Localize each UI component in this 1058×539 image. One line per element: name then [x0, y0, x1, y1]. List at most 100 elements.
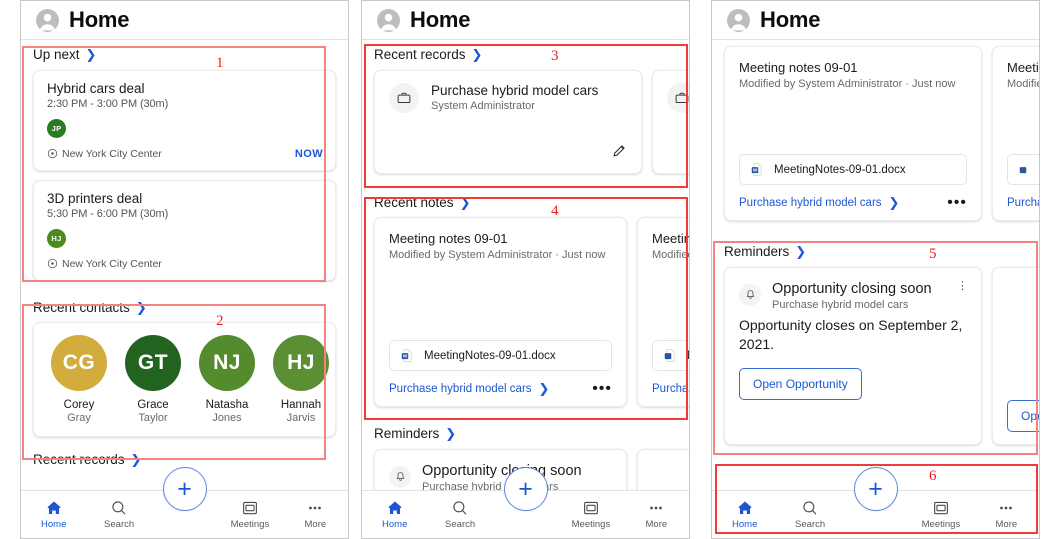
- chevron-right-icon: ❯: [795, 244, 807, 260]
- more-icon: [1000, 506, 1013, 510]
- open-opportunity-button[interactable]: Open Opportunity: [1007, 399, 1039, 432]
- note-record-link[interactable]: Purchase hybrid model cars ❯: [739, 196, 899, 209]
- section-header-reminders[interactable]: Reminders ❯: [712, 245, 1039, 267]
- meeting-list: Hybrid cars deal 2:30 PM - 3:00 PM (30m)…: [21, 69, 348, 281]
- contact-item[interactable]: HJ Hannah Jarvis: [270, 335, 332, 426]
- note-record-link[interactable]: Purchase hybrid model cars ❯: [1007, 196, 1039, 209]
- nav-item-more[interactable]: More: [974, 499, 1039, 530]
- nav-item-home[interactable]: Home: [362, 499, 427, 530]
- meeting-time: 5:30 PM - 6:00 PM (30m): [47, 207, 169, 220]
- note-record-link[interactable]: Purchase hybrid model cars ❯: [652, 382, 689, 395]
- record-subtitle: System Administrator: [431, 100, 535, 113]
- contact-last-name: Jarvis: [286, 412, 316, 425]
- word-doc-icon: W: [401, 349, 412, 362]
- nav-item-home[interactable]: Home: [712, 499, 777, 530]
- note-attachment[interactable]: MeetingNotes-09-01.docx: [1007, 154, 1039, 185]
- nav-item-search[interactable]: Search: [427, 499, 492, 530]
- note-overflow-menu[interactable]: •••: [592, 380, 612, 396]
- create-new-fab[interactable]: +: [162, 467, 207, 511]
- record-card[interactable]: [652, 69, 689, 174]
- note-card[interactable]: Meeting notes 09-01 Modified by System A…: [724, 46, 982, 221]
- svg-text:W: W: [403, 354, 408, 359]
- contacts-row[interactable]: CG Corey Gray GT Grace Taylor NJ Natasha…: [34, 335, 335, 426]
- section-header-recent-contacts[interactable]: Recent contacts ❯: [21, 300, 348, 323]
- nav-item-more[interactable]: More: [283, 499, 348, 530]
- nav-label: Home: [41, 519, 67, 531]
- page-title: Home: [410, 7, 471, 32]
- pencil-icon[interactable]: [611, 142, 628, 164]
- fab-plus-label: +: [518, 474, 533, 503]
- reminder-body: Opportunity closes on September 2, 2021.: [739, 317, 963, 353]
- open-opportunity-button[interactable]: Open Opportunity: [739, 368, 862, 401]
- app-header: Home: [362, 1, 689, 40]
- person-avatar-icon[interactable]: [726, 8, 751, 33]
- attendee-avatar: HJ: [47, 228, 66, 248]
- nav-item-search[interactable]: Search: [777, 499, 842, 530]
- nav-item-meetings[interactable]: Meetings: [558, 499, 623, 530]
- more-icon: [650, 506, 663, 510]
- note-attachment[interactable]: MeetingNotes-09-01.docx: [652, 340, 689, 371]
- records-carousel[interactable]: Purchase hybrid model cars System Admini…: [362, 69, 689, 180]
- reminders-carousel[interactable]: Opportunity closing soon Purchase hybrid…: [712, 266, 1039, 451]
- create-new-fab[interactable]: +: [503, 467, 548, 511]
- section-header-reminders[interactable]: Reminders ❯: [362, 427, 689, 449]
- reminder-card[interactable]: Open Opportunity: [992, 266, 1039, 445]
- nav-item-meetings[interactable]: Meetings: [908, 499, 973, 530]
- note-overflow-menu[interactable]: •••: [947, 194, 967, 210]
- section-header-recent-records[interactable]: Recent records ❯: [362, 48, 689, 70]
- search-icon: [453, 501, 467, 515]
- contact-first-name: Corey: [63, 399, 95, 411]
- note-subtitle: Modified by System Administrator · Just …: [652, 249, 689, 261]
- create-new-fab[interactable]: +: [853, 467, 898, 511]
- nav-item-home[interactable]: Home: [21, 499, 86, 530]
- contact-item[interactable]: GT Grace Taylor: [122, 335, 184, 426]
- fab-plus-label: +: [868, 474, 883, 503]
- meeting-location-label: New York City Center: [62, 147, 162, 160]
- notes-carousel[interactable]: Meeting notes 09-01 Modified by System A…: [362, 217, 689, 413]
- record-card[interactable]: Purchase hybrid model cars System Admini…: [374, 69, 642, 174]
- word-doc-icon: [664, 349, 675, 362]
- note-card[interactable]: Meeting notes 09-01 Modified by System A…: [374, 217, 627, 407]
- chevron-right-icon: ❯: [130, 452, 142, 468]
- note-attachment[interactable]: W MeetingNotes-09-01.docx: [389, 340, 612, 371]
- nav-item-search[interactable]: Search: [86, 499, 151, 530]
- notes-carousel[interactable]: Meeting notes 09-01 Modified by System A…: [712, 46, 1039, 227]
- meetings-icon: [242, 502, 257, 515]
- note-attachment[interactable]: W MeetingNotes-09-01.docx: [739, 154, 967, 185]
- meeting-location: New York City Center: [47, 148, 162, 160]
- reminder-header: Opportunity closing soon Purchase hybrid…: [739, 280, 967, 311]
- kebab-menu-icon[interactable]: ⋮: [957, 280, 968, 291]
- nav-item-more[interactable]: More: [624, 499, 689, 530]
- reminder-title: Opportunity closing soon: [772, 280, 932, 297]
- section-header-recent-notes[interactable]: Recent notes ❯: [362, 194, 689, 218]
- meeting-location-label: New York City Center: [62, 257, 162, 270]
- nav-item-meetings[interactable]: Meetings: [217, 499, 282, 530]
- meetings-icon: [583, 502, 598, 515]
- contact-item[interactable]: NJ Natasha Jones: [196, 335, 258, 426]
- attendee-avatar: JP: [47, 118, 66, 138]
- note-card[interactable]: Meeting notes 09-01 Modified by System A…: [992, 46, 1039, 221]
- meeting-card[interactable]: Hybrid cars deal 2:30 PM - 3:00 PM (30m)…: [33, 69, 336, 171]
- home-icon: [47, 501, 61, 515]
- record-title: Purchase hybrid model cars: [431, 82, 599, 98]
- section-title: Reminders: [724, 244, 790, 259]
- section-header-up-next[interactable]: Up next ❯: [21, 48, 348, 70]
- person-avatar-icon[interactable]: [35, 8, 60, 33]
- contact-item[interactable]: CG Corey Gray: [48, 335, 110, 426]
- note-title: Meeting notes 09-01: [652, 231, 689, 246]
- app-header: Home: [712, 1, 1039, 40]
- contact-last-name: Jones: [212, 412, 242, 425]
- note-card[interactable]: Meeting notes 09-01 Modified by System A…: [637, 217, 689, 407]
- meeting-card[interactable]: 3D printers deal 5:30 PM - 6:00 PM (30m)…: [33, 179, 336, 281]
- section-title: Recent notes: [374, 194, 454, 210]
- note-title: Meeting notes 09-01: [389, 231, 508, 246]
- nav-label: More: [645, 519, 668, 531]
- svg-text:W: W: [753, 168, 758, 173]
- reminder-card[interactable]: Opportunity closing soon Purchase hybrid…: [724, 266, 982, 445]
- person-avatar-icon[interactable]: [376, 8, 401, 33]
- reminder-title: Opportunity closing soon: [422, 462, 582, 479]
- chevron-right-icon: ❯: [538, 381, 550, 396]
- note-record-link[interactable]: Purchase hybrid model cars ❯: [389, 382, 549, 395]
- section-title: Up next: [33, 47, 80, 62]
- section-title: Recent records: [374, 47, 466, 62]
